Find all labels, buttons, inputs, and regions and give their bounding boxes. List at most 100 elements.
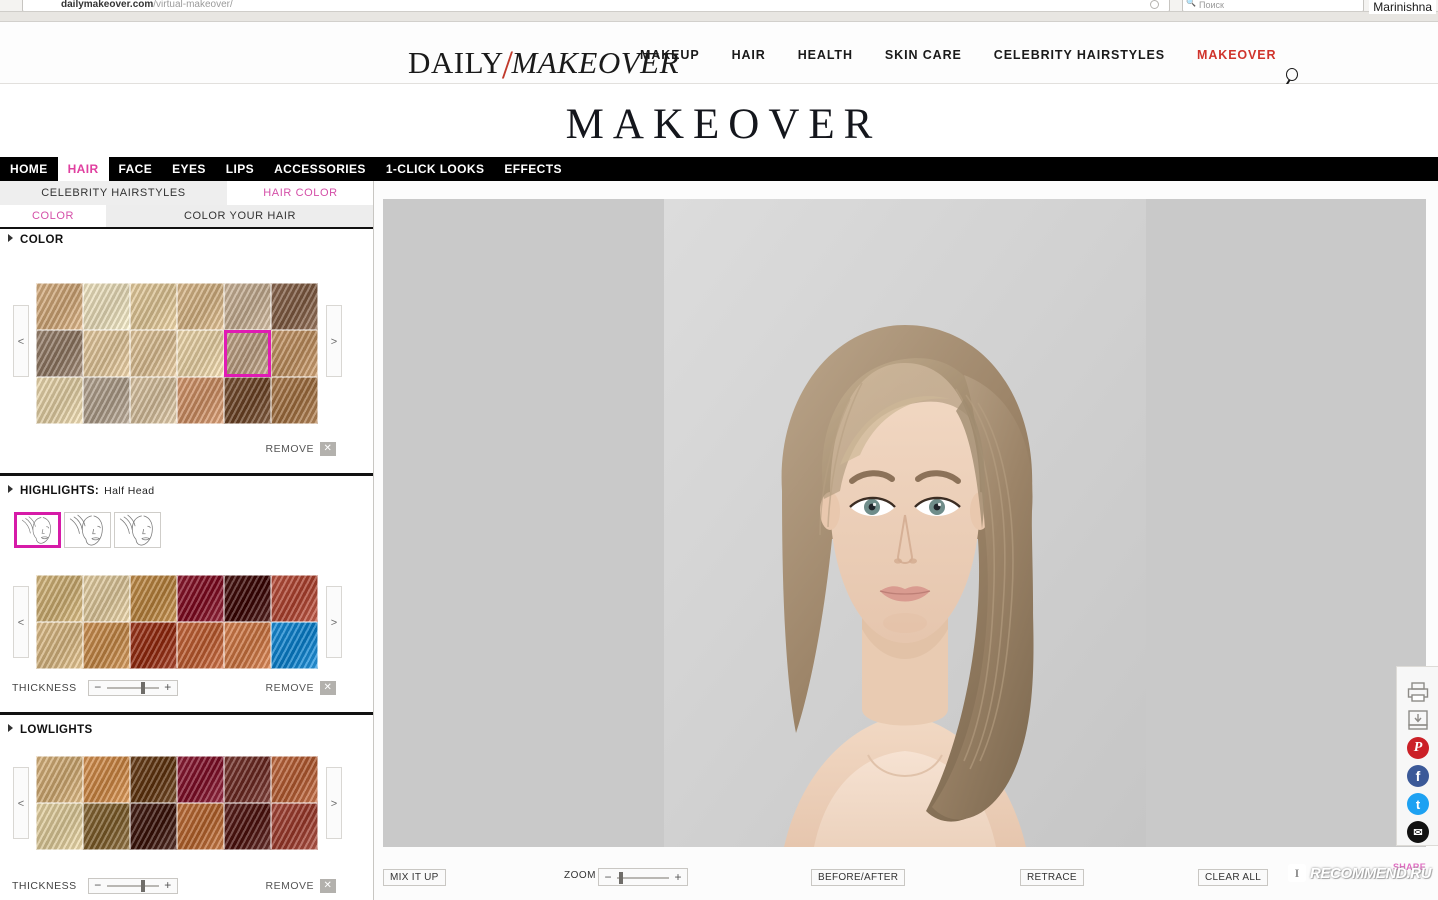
lowlights-swatch[interactable] [224,803,271,850]
tab-home[interactable]: HOME [0,157,58,181]
tab-effects[interactable]: EFFECTS [494,157,571,181]
lowlights-swatch[interactable] [177,756,224,803]
highlights-thickness-stepper[interactable]: − + [88,680,179,696]
twitter-icon[interactable]: t [1407,793,1429,815]
minus-icon[interactable]: − [91,879,105,893]
tab-lips[interactable]: LIPS [216,157,264,181]
lowlights-swatch[interactable] [130,756,177,803]
slider-handle[interactable] [140,682,145,694]
color-remove[interactable]: REMOVE ✕ [265,442,336,456]
tab-face[interactable]: FACE [109,157,163,181]
highlights-next-button[interactable]: > [326,586,342,658]
tab-accessories[interactable]: ACCESSORIES [264,157,376,181]
highlights-swatch[interactable] [36,575,83,622]
close-icon[interactable]: ✕ [320,879,336,893]
nav-item-health[interactable]: HEALTH [798,48,853,62]
nav-item-makeover[interactable]: MAKEOVER [1197,48,1276,62]
highlights-swatch[interactable] [224,622,271,669]
highlights-swatch[interactable] [224,575,271,622]
browser-user-label[interactable]: Marinishna [1369,0,1436,14]
highlights-swatch[interactable] [130,575,177,622]
color-next-button[interactable]: > [326,305,342,377]
plus-icon[interactable]: + [161,681,175,695]
before-after-button[interactable]: BEFORE/AFTER [811,869,906,886]
color-swatch[interactable] [224,330,271,377]
retrace-button[interactable]: RETRACE [1020,869,1084,886]
color-swatch[interactable] [224,377,271,424]
nav-item-skin-care[interactable]: SKIN CARE [885,48,962,62]
highlights-swatch[interactable] [177,622,224,669]
face-highlights-full-icon[interactable] [14,512,61,548]
zoom-plus-icon[interactable]: + [671,870,685,885]
zoom-stepper[interactable]: − + [598,868,688,886]
highlights-swatch[interactable] [83,622,130,669]
color-swatch[interactable] [36,330,83,377]
lowlights-remove[interactable]: REMOVE ✕ [265,879,336,893]
color-swatch[interactable] [130,330,177,377]
highlights-remove[interactable]: REMOVE ✕ [265,681,336,695]
nav-item-makeup[interactable]: MAKEUP [640,48,700,62]
highlights-swatch[interactable] [271,575,318,622]
nav-item-celebrity-hairstyles[interactable]: CELEBRITY HAIRSTYLES [994,48,1165,62]
color-swatch[interactable] [177,377,224,424]
browser-search-input[interactable]: Поиск [1182,0,1364,11]
lowlights-next-button[interactable]: > [326,767,342,839]
color-swatch[interactable] [130,377,177,424]
color-swatch[interactable] [271,283,318,330]
lowlights-swatch[interactable] [36,803,83,850]
lowlights-thickness-stepper[interactable]: − + [88,878,179,894]
nav-item-hair[interactable]: HAIR [732,48,766,62]
tab-1-click-looks[interactable]: 1-CLICK LOOKS [376,157,495,181]
color-swatch[interactable] [130,283,177,330]
color-swatch[interactable] [271,377,318,424]
color-swatch[interactable] [83,330,130,377]
minus-icon[interactable]: − [91,681,105,695]
makeover-canvas[interactable] [383,199,1426,847]
highlights-swatch[interactable] [36,622,83,669]
tab-hair-color[interactable]: HAIR COLOR [228,181,373,205]
highlights-swatch[interactable] [130,622,177,669]
address-bar[interactable]: dailymakeover.com/virtual-makeover/ [22,0,1170,11]
color-swatch[interactable] [177,283,224,330]
pinterest-icon[interactable]: P [1407,737,1429,759]
color-swatch[interactable] [36,283,83,330]
color-swatch[interactable] [271,330,318,377]
color-swatch[interactable] [83,377,130,424]
color-swatch[interactable] [177,330,224,377]
tab-color[interactable]: COLOR [0,205,106,227]
highlights-swatch[interactable] [177,575,224,622]
plus-icon[interactable]: + [161,879,175,893]
lowlights-swatch[interactable] [83,756,130,803]
lowlights-swatch[interactable] [271,756,318,803]
color-swatch[interactable] [224,283,271,330]
clear-all-button[interactable]: CLEAR ALL [1198,869,1269,886]
lowlights-swatch[interactable] [271,803,318,850]
zoom-slider[interactable] [615,871,671,885]
lowlights-swatch[interactable] [36,756,83,803]
section-lowlights-header[interactable]: LOWLIGHTS [0,719,373,741]
highlights-swatch[interactable] [271,622,318,669]
tab-color-your-hair[interactable]: COLOR YOUR HAIR [106,205,373,227]
tab-hair[interactable]: HAIR [57,157,109,181]
site-logo[interactable]: DAILY/MAKEOVER [408,36,679,87]
close-icon[interactable]: ✕ [320,681,336,695]
face-highlights-none-icon[interactable] [114,512,161,548]
lowlights-swatch[interactable] [177,803,224,850]
close-icon[interactable]: ✕ [320,442,336,456]
zoom-minus-icon[interactable]: − [601,870,615,885]
color-swatch[interactable] [36,377,83,424]
lowlights-swatch[interactable] [83,803,130,850]
email-icon[interactable]: ✉ [1407,821,1429,843]
color-swatch[interactable] [83,283,130,330]
slider-handle[interactable] [140,880,145,892]
section-color-header[interactable]: COLOR [0,229,373,251]
mix-it-up-button[interactable]: MIX IT UP [383,869,446,886]
highlights-thickness-slider[interactable] [105,681,161,695]
highlights-swatch[interactable] [83,575,130,622]
slider-handle[interactable] [619,871,624,884]
tab-eyes[interactable]: EYES [162,157,216,181]
lowlights-thickness-slider[interactable] [105,879,161,893]
save-icon[interactable] [1406,709,1430,731]
lowlights-prev-button[interactable]: < [13,767,29,839]
address-search-icon[interactable] [1150,0,1159,9]
